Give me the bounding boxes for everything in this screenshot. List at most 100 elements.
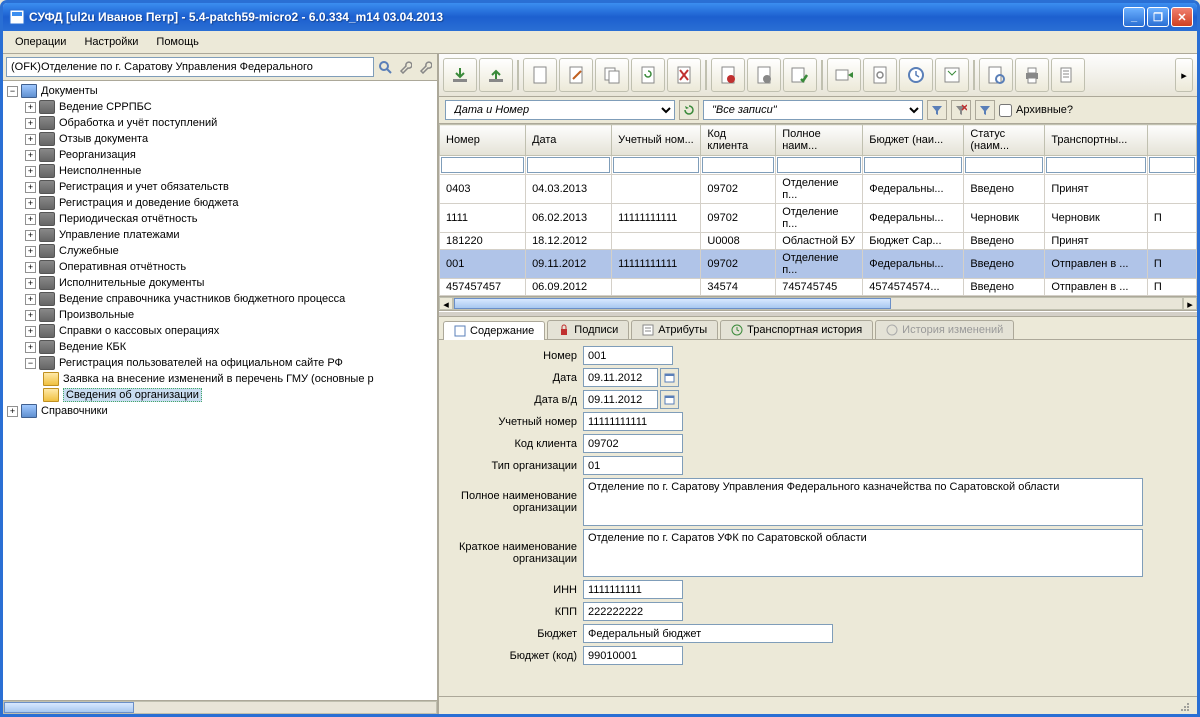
tree-item[interactable]: +Обработка и учёт поступлений xyxy=(3,115,437,131)
filter-clear-button[interactable] xyxy=(951,100,971,120)
field-full-name[interactable]: Отделение по г. Саратову Управления Феде… xyxy=(583,478,1143,526)
process-button[interactable] xyxy=(863,58,897,92)
print-list-button[interactable] xyxy=(1051,58,1085,92)
tree-item[interactable]: +Реорганизация xyxy=(3,147,437,163)
tree-item[interactable]: +Отзыв документа xyxy=(3,131,437,147)
column-filter-input[interactable] xyxy=(864,157,962,173)
refresh-doc-button[interactable] xyxy=(631,58,665,92)
tree-item[interactable]: +Ведение КБК xyxy=(3,339,437,355)
minimize-button[interactable]: _ xyxy=(1123,7,1145,27)
filter-save-button[interactable] xyxy=(975,100,995,120)
menu-operations[interactable]: Операции xyxy=(7,33,74,51)
table-row[interactable]: 040304.03.201309702Отделение п...Федерал… xyxy=(440,175,1197,204)
search-icon[interactable] xyxy=(376,58,394,76)
field-number[interactable] xyxy=(583,346,673,365)
expand-icon[interactable]: + xyxy=(25,246,36,257)
filter-by-select[interactable]: Дата и Номер xyxy=(445,100,675,120)
column-header[interactable]: Транспортны... xyxy=(1045,125,1148,156)
menu-settings[interactable]: Настройки xyxy=(76,33,146,51)
column-filter-input[interactable] xyxy=(441,157,524,173)
tree-item[interactable]: +Управление платежами xyxy=(3,227,437,243)
data-grid[interactable]: НомерДатаУчетный ном...Код клиентаПолное… xyxy=(439,124,1197,311)
column-filter-input[interactable] xyxy=(613,157,699,173)
wrench-icon-2[interactable] xyxy=(416,58,434,76)
close-button[interactable]: ✕ xyxy=(1171,7,1193,27)
expand-icon[interactable]: + xyxy=(25,166,36,177)
tree-item[interactable]: +Периодическая отчётность xyxy=(3,211,437,227)
scroll-right-button[interactable]: ▸ xyxy=(1183,297,1197,310)
tab-attributes[interactable]: Атрибуты xyxy=(631,320,718,339)
field-client[interactable] xyxy=(583,434,683,453)
collapse-icon[interactable]: − xyxy=(25,358,36,369)
h-scrollbar[interactable] xyxy=(453,297,1183,310)
calendar-icon[interactable] xyxy=(660,368,679,387)
field-kpp[interactable] xyxy=(583,602,683,621)
tree-item[interactable]: +Оперативная отчётность xyxy=(3,259,437,275)
collapse-icon[interactable]: − xyxy=(7,86,18,97)
field-org-type[interactable] xyxy=(583,456,683,475)
menu-help[interactable]: Помощь xyxy=(148,33,207,51)
field-inn[interactable] xyxy=(583,580,683,599)
column-header[interactable]: Дата xyxy=(526,125,612,156)
column-header[interactable]: Учетный ном... xyxy=(612,125,701,156)
field-short-name[interactable]: Отделение по г. Саратов УФК по Саратовск… xyxy=(583,529,1143,577)
table-row[interactable]: 45745745706.09.2012345747457457454574574… xyxy=(440,279,1197,296)
expand-icon[interactable]: + xyxy=(25,326,36,337)
tree-item[interactable]: −Регистрация пользователей на официально… xyxy=(3,355,437,371)
sign-remove-button[interactable] xyxy=(747,58,781,92)
tree-item[interactable]: +Исполнительные документы xyxy=(3,275,437,291)
expand-icon[interactable]: + xyxy=(25,214,36,225)
maximize-button[interactable]: ❐ xyxy=(1147,7,1169,27)
column-filter-input[interactable] xyxy=(527,157,610,173)
tree-item[interactable]: +Регистрация и учет обязательств xyxy=(3,179,437,195)
titlebar[interactable]: СУФД [ul2u Иванов Петр] - 5.4-patch59-mi… xyxy=(3,3,1197,31)
expand-icon[interactable]: + xyxy=(25,134,36,145)
new-doc-button[interactable] xyxy=(523,58,557,92)
column-header[interactable]: Статус (наим... xyxy=(964,125,1045,156)
column-filter-input[interactable] xyxy=(702,157,774,173)
expand-icon[interactable]: + xyxy=(25,150,36,161)
column-filter-input[interactable] xyxy=(777,157,861,173)
filter-funnel-button[interactable] xyxy=(927,100,947,120)
wrench-icon[interactable] xyxy=(396,58,414,76)
toolbar-overflow-button[interactable]: ▸ xyxy=(1175,58,1193,92)
notify-button[interactable] xyxy=(935,58,969,92)
nav-tree[interactable]: − Документы +Ведение СРРПБС+Обработка и … xyxy=(3,81,437,700)
tree-item[interactable]: +Регистрация и доведение бюджета xyxy=(3,195,437,211)
expand-icon[interactable]: + xyxy=(25,342,36,353)
verify-sign-button[interactable] xyxy=(783,58,817,92)
tree-item[interactable]: +Неисполненные xyxy=(3,163,437,179)
tree-item[interactable]: +Ведение СРРПБС xyxy=(3,99,437,115)
send-button[interactable] xyxy=(827,58,861,92)
field-date-vd[interactable] xyxy=(583,390,658,409)
expand-icon[interactable]: + xyxy=(25,198,36,209)
expand-icon[interactable]: + xyxy=(25,182,36,193)
tree-item[interactable]: +Справки о кассовых операциях xyxy=(3,323,437,339)
column-header[interactable]: Номер xyxy=(440,125,526,156)
column-header[interactable]: Бюджет (наи... xyxy=(863,125,964,156)
expand-icon[interactable]: + xyxy=(7,406,18,417)
expand-icon[interactable]: + xyxy=(25,102,36,113)
archive-checkbox[interactable] xyxy=(999,104,1012,117)
tree-item[interactable]: +Служебные xyxy=(3,243,437,259)
table-row[interactable]: 111106.02.20131111111111109702Отделение … xyxy=(440,204,1197,233)
resize-grip-icon[interactable] xyxy=(1177,699,1191,713)
column-header[interactable]: Полное наим... xyxy=(776,125,863,156)
column-filter-input[interactable] xyxy=(1046,157,1146,173)
tab-transport-history[interactable]: Транспортная история xyxy=(720,320,873,339)
sign-button[interactable] xyxy=(711,58,745,92)
schedule-button[interactable] xyxy=(899,58,933,92)
tab-signatures[interactable]: Подписи xyxy=(547,320,629,339)
breadcrumb-input[interactable] xyxy=(6,57,374,77)
copy-doc-button[interactable] xyxy=(595,58,629,92)
table-row[interactable]: 18122018.12.2012U0008Областной БУБюджет … xyxy=(440,233,1197,250)
column-filter-input[interactable] xyxy=(965,157,1043,173)
field-budget[interactable] xyxy=(583,624,833,643)
delete-doc-button[interactable] xyxy=(667,58,701,92)
calendar-icon[interactable] xyxy=(660,390,679,409)
table-row[interactable]: 00109.11.20121111111111109702Отделение п… xyxy=(440,250,1197,279)
h-scrollbar[interactable] xyxy=(3,701,437,714)
tree-item[interactable]: +Произвольные xyxy=(3,307,437,323)
edit-doc-button[interactable] xyxy=(559,58,593,92)
field-budget-code[interactable] xyxy=(583,646,683,665)
